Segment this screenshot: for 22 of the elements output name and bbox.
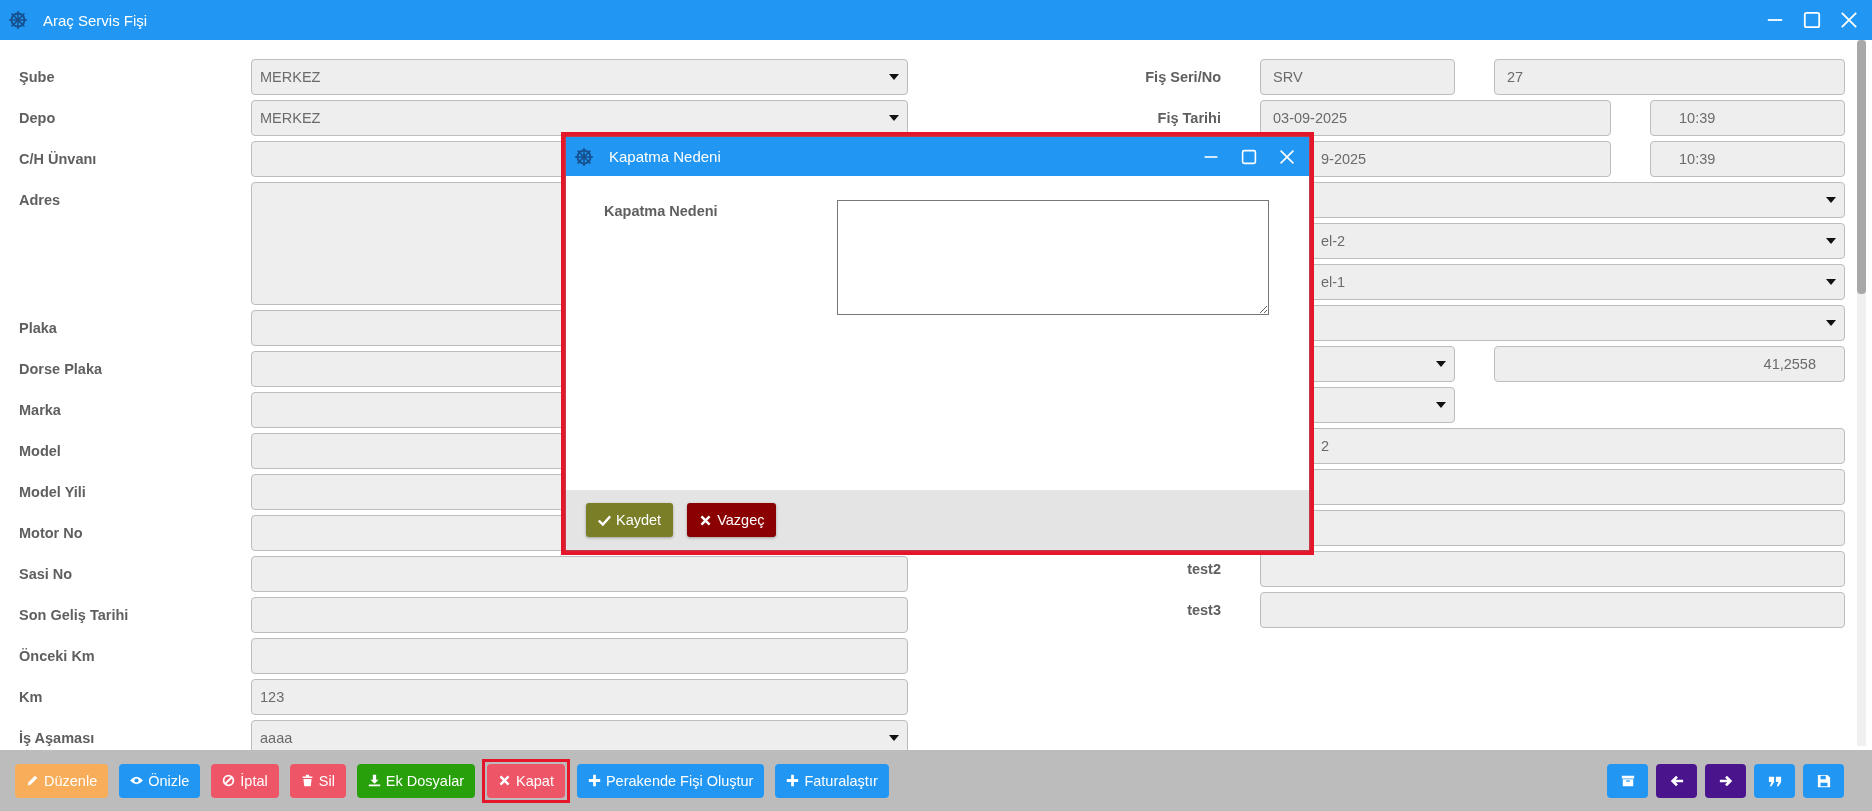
field-label: Fiş Seri/No bbox=[1145, 69, 1221, 85]
field-label: Fiş Tarihi bbox=[1157, 110, 1221, 126]
field-label: İş Aşaması bbox=[19, 729, 96, 748]
field-label: Önceki Km bbox=[19, 647, 96, 666]
field-label: Adres bbox=[19, 191, 62, 210]
field-label: Model Yili bbox=[19, 483, 87, 502]
field-label: test3 bbox=[1187, 602, 1221, 618]
window-title: Araç Servis Fişi bbox=[43, 11, 148, 29]
field-label: Şube bbox=[19, 68, 56, 87]
field-label: Plaka bbox=[19, 319, 58, 338]
field-label: Marka bbox=[19, 401, 62, 420]
field-label: test2 bbox=[1187, 561, 1221, 577]
field-label: Motor No bbox=[19, 524, 84, 543]
field-label: Model bbox=[19, 442, 62, 461]
field-label: Sasi No bbox=[19, 565, 74, 584]
field-label: Dorse Plaka bbox=[19, 360, 104, 379]
field-label: Son Geliş Tarihi bbox=[19, 606, 130, 625]
dialog-title: Kapatma Nedeni bbox=[609, 148, 721, 165]
field-label: Kapatma Nedeni bbox=[604, 202, 719, 221]
field-label: Depo bbox=[19, 109, 57, 128]
field-label: Km bbox=[19, 688, 44, 707]
field-label: C/H Ünvanı bbox=[19, 150, 98, 169]
